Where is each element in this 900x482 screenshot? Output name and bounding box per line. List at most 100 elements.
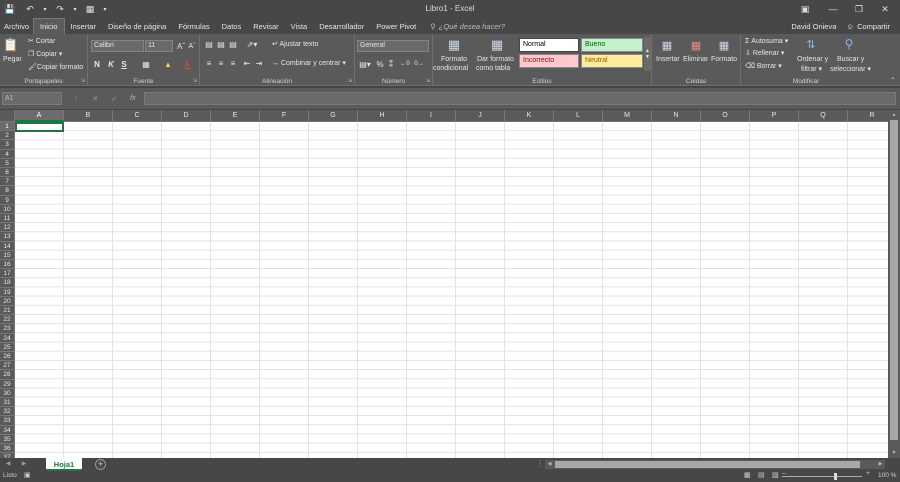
row-header-28[interactable]: 28: [0, 370, 14, 380]
row-header-33[interactable]: 33: [0, 416, 14, 426]
page-layout-view-icon[interactable]: ▤: [758, 471, 765, 479]
conditional-format-label-2[interactable]: condicional: [433, 65, 468, 72]
scroll-right-icon[interactable]: ▶: [876, 460, 885, 469]
formula-input[interactable]: [144, 92, 896, 105]
format-painter-button[interactable]: 🖌Copiar formato: [28, 63, 83, 71]
sheet-tab-hoja1[interactable]: Hoja1: [46, 458, 82, 471]
macro-record-icon[interactable]: ▣: [24, 471, 31, 479]
row-header-2[interactable]: 2: [0, 131, 14, 141]
row-header-27[interactable]: 27: [0, 361, 14, 371]
row-header-12[interactable]: 12: [0, 223, 14, 233]
undo-dropdown-icon[interactable]: ▾: [40, 0, 50, 18]
scroll-down-icon[interactable]: ▼: [888, 448, 900, 458]
user-name[interactable]: David Onieva: [791, 22, 836, 31]
close-button[interactable]: ✕: [872, 0, 898, 18]
align-top-icon[interactable]: ▤: [204, 39, 214, 49]
tab-revisar[interactable]: Revisar: [247, 18, 284, 34]
sort-filter-label-2[interactable]: filtrar ▾: [801, 65, 822, 73]
redo-icon[interactable]: ↷: [50, 0, 70, 18]
column-header-m[interactable]: M: [603, 110, 652, 122]
style-good[interactable]: Bueno: [581, 38, 643, 52]
decrease-decimal-icon[interactable]: 0→: [413, 58, 425, 70]
row-header-8[interactable]: 8: [0, 186, 14, 196]
column-header-b[interactable]: B: [64, 110, 113, 122]
cut-button[interactable]: ✂ Cortar: [28, 37, 55, 45]
delete-cells-icon[interactable]: ▦: [688, 37, 704, 53]
fill-button[interactable]: ⇩ Rellenar ▾: [745, 49, 784, 57]
enter-icon[interactable]: ✓: [111, 95, 117, 103]
align-middle-icon[interactable]: ▤: [216, 39, 226, 49]
format-as-table-icon[interactable]: ▦: [488, 37, 506, 53]
scroll-up-icon[interactable]: ▲: [888, 110, 900, 120]
column-header-a[interactable]: A: [15, 110, 64, 122]
tab-power-pivot[interactable]: Power Pivot: [370, 18, 422, 34]
row-header-23[interactable]: 23: [0, 324, 14, 334]
share-button[interactable]: Compartir: [857, 22, 890, 31]
minimize-button[interactable]: —: [820, 0, 846, 18]
ribbon-display-options-icon[interactable]: ▣: [792, 0, 818, 18]
row-header-20[interactable]: 20: [0, 297, 14, 306]
normal-view-icon[interactable]: ▦: [744, 471, 751, 479]
number-launcher-icon[interactable]: ⇲: [426, 78, 430, 84]
align-bottom-icon[interactable]: ▤: [228, 39, 238, 49]
number-format-select[interactable]: General: [357, 40, 429, 52]
paste-button[interactable]: Pegar: [3, 56, 22, 63]
column-header-d[interactable]: D: [162, 110, 211, 122]
add-sheet-button[interactable]: +: [95, 459, 106, 470]
column-header-l[interactable]: L: [554, 110, 603, 122]
row-header-34[interactable]: 34: [0, 426, 14, 435]
column-header-i[interactable]: I: [407, 110, 456, 122]
insert-cells-button[interactable]: Insertar: [656, 56, 680, 63]
vertical-scrollbar[interactable]: ▲ ▼: [888, 110, 900, 458]
wrap-text-button[interactable]: ↵ Ajustar texto: [272, 40, 318, 48]
row-header-18[interactable]: 18: [0, 278, 14, 288]
merge-center-button[interactable]: ↔ Combinar y centrar ▾: [272, 59, 346, 67]
orientation-icon[interactable]: ⇗▾: [244, 39, 260, 49]
font-name-select[interactable]: Calibri: [91, 40, 144, 52]
column-header-n[interactable]: N: [652, 110, 701, 122]
increase-indent-icon[interactable]: ⇥: [254, 58, 264, 68]
tab-inicio[interactable]: Inicio: [33, 18, 65, 34]
paste-icon[interactable]: 📋: [3, 37, 19, 53]
insert-function-icon[interactable]: fx: [130, 95, 135, 102]
row-header-31[interactable]: 31: [0, 398, 14, 408]
currency-icon[interactable]: ▤▾: [358, 58, 372, 70]
tab-datos[interactable]: Datos: [216, 18, 248, 34]
borders-icon[interactable]: ▦: [140, 58, 152, 70]
grow-font-icon[interactable]: Aˆ: [176, 40, 186, 52]
active-cell[interactable]: [15, 122, 64, 132]
column-header-o[interactable]: O: [701, 110, 750, 122]
styles-gallery-scroll-icon[interactable]: ▲ ▼: [644, 37, 651, 71]
autosum-button[interactable]: Σ Autosuma ▾: [745, 37, 788, 45]
row-header-10[interactable]: 10: [0, 205, 14, 214]
tab-desarrollador[interactable]: Desarrollador: [313, 18, 370, 34]
tell-me-box[interactable]: ⚲ ¿Qué desea hacer?: [422, 18, 505, 34]
style-bad[interactable]: Incorrecto: [519, 54, 579, 68]
scroll-left-icon[interactable]: ◀: [545, 460, 554, 469]
copy-button[interactable]: ❐ Copiar ▾: [28, 50, 62, 58]
row-header-26[interactable]: 26: [0, 352, 14, 362]
comma-style-icon[interactable]: ⁑: [386, 58, 396, 70]
conditional-format-label-1[interactable]: Formato: [441, 56, 467, 63]
sort-filter-label-1[interactable]: Ordenar y: [797, 56, 828, 63]
style-normal[interactable]: Normal: [519, 38, 579, 52]
formula-options-icon[interactable]: ⋮: [72, 95, 79, 103]
format-cells-icon[interactable]: ▦: [716, 37, 732, 53]
row-header-24[interactable]: 24: [0, 334, 14, 343]
delete-cells-button[interactable]: Eliminar: [683, 56, 708, 63]
clear-button[interactable]: ⌫ Borrar ▾: [745, 62, 782, 70]
format-as-table-label-2[interactable]: como tabla: [476, 65, 510, 72]
insert-cells-icon[interactable]: ▦: [659, 37, 675, 53]
row-header-17[interactable]: 17: [0, 269, 14, 279]
increase-decimal-icon[interactable]: ←0: [399, 58, 411, 70]
select-all-corner[interactable]: [0, 110, 15, 122]
clipboard-launcher-icon[interactable]: ⇲: [81, 78, 85, 84]
restore-button[interactable]: ❐: [846, 0, 872, 18]
row-header-11[interactable]: 11: [0, 214, 14, 224]
shrink-font-icon[interactable]: Aˇ: [187, 40, 197, 52]
format-as-table-label-1[interactable]: Dar formato: [477, 56, 514, 63]
row-header-7[interactable]: 7: [0, 177, 14, 187]
find-select-label-2[interactable]: seleccionar ▾: [830, 65, 871, 73]
column-header-q[interactable]: Q: [799, 110, 848, 122]
row-header-5[interactable]: 5: [0, 159, 14, 168]
